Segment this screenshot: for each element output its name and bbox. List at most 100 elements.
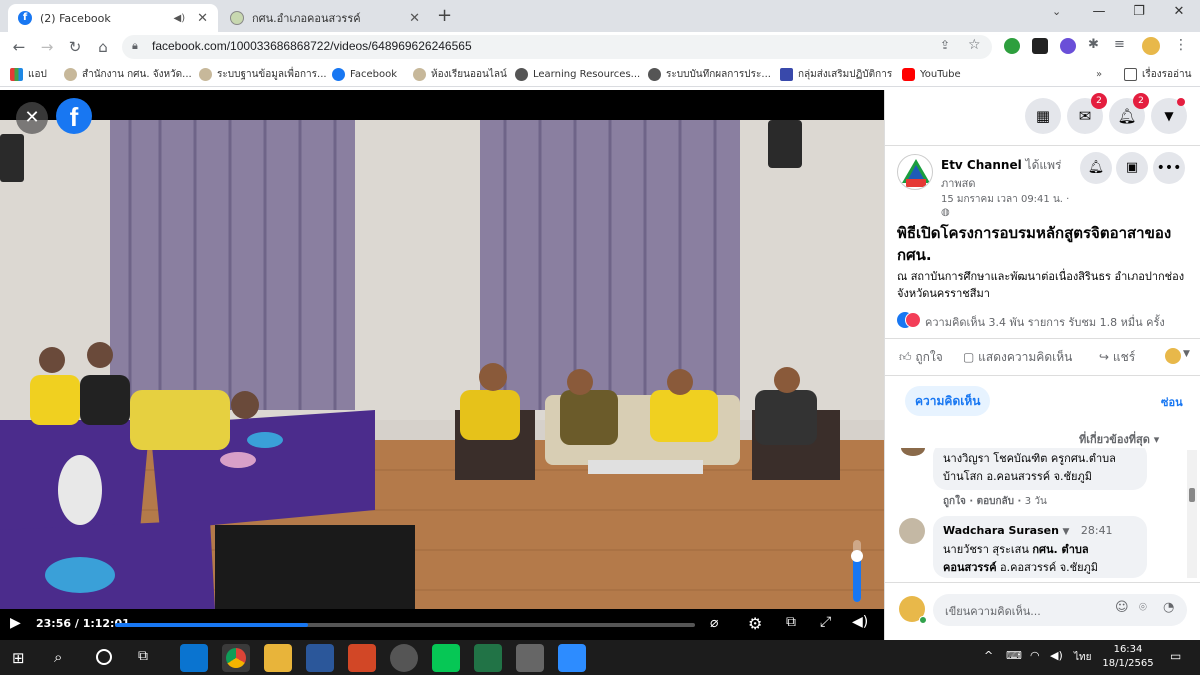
comment-reply-link[interactable]: ตอบกลับ — [977, 496, 1014, 507]
settings-gear-icon[interactable]: ⚙ — [748, 614, 762, 633]
file-explorer-icon[interactable] — [264, 644, 292, 672]
speaker-icon[interactable]: ◀) — [174, 13, 186, 24]
comment-button[interactable]: ▢ แสดงความคิดเห็น — [963, 348, 1072, 367]
fullscreen-icon[interactable]: ⤢ — [820, 614, 831, 630]
share-button[interactable]: ↪ แชร์ — [1099, 348, 1135, 367]
app-icon[interactable] — [516, 644, 544, 672]
extension-purple-icon[interactable] — [1060, 38, 1076, 54]
chevron-down-icon[interactable]: ⌄ — [1052, 5, 1061, 18]
comment-video-time[interactable]: 28:41 — [1081, 524, 1113, 537]
post-stats[interactable]: ความคิดเห็น 3.4 พัน รายการ รับชม 1.8 หมื… — [925, 313, 1165, 331]
bookmarks-overflow-icon[interactable]: » — [1096, 66, 1102, 82]
scrollbar-thumb[interactable] — [1189, 488, 1195, 502]
comment-like-link[interactable]: ถูกใจ — [943, 496, 966, 507]
comment-input[interactable]: เขียนความคิดเห็น... — [945, 602, 1041, 620]
camera-icon[interactable]: ⌾ — [1139, 600, 1147, 615]
reading-list-icon[interactable]: ≡ — [1114, 37, 1125, 52]
chevron-down-icon[interactable]: ▼ — [1183, 349, 1190, 359]
commenter-avatar[interactable] — [899, 518, 925, 544]
reactions[interactable] — [897, 310, 921, 330]
app-icon[interactable] — [390, 644, 418, 672]
tab-facebook[interactable]: f (2) Facebook ◀) ✕ — [8, 4, 218, 32]
bookmark-item[interactable]: ระบบฐานข้อมูลเพื่อการ... — [199, 66, 327, 82]
home-icon[interactable]: ⌂ — [92, 36, 114, 58]
video-player[interactable]: ✕ f ▶ 23:56 / 1:12:01 ⌀ ⚙ ⧉ ⤢ ◀) — [0, 90, 884, 640]
lock-icon[interactable]: 🔒︎ — [132, 39, 138, 53]
hide-link[interactable]: ซ่อน — [1161, 393, 1183, 411]
extension-green-icon[interactable] — [1004, 38, 1020, 54]
save-icon[interactable]: ▣ — [1116, 152, 1148, 184]
chrome-icon[interactable] — [222, 644, 250, 672]
like-button[interactable]: 👍︎ ถูกใจ — [899, 348, 943, 367]
zoom-icon[interactable] — [558, 644, 586, 672]
bookmark-item[interactable]: กลุ่มส่งเสริมปฏิบัติการ — [780, 66, 892, 82]
clip-icon[interactable]: ⌀ — [710, 615, 718, 631]
notification-center-icon[interactable]: ▭ — [1170, 649, 1181, 663]
share-page-icon[interactable]: ⇪ — [940, 38, 950, 52]
close-video-button[interactable]: ✕ — [16, 102, 48, 134]
facebook-logo[interactable]: f — [56, 98, 92, 134]
etv-logo[interactable] — [897, 154, 933, 190]
puzzle-icon[interactable]: ✱ — [1088, 37, 1099, 52]
bookmark-item[interactable]: ระบบบันทึกผลการประ... — [648, 66, 771, 82]
progress-bar[interactable] — [115, 623, 695, 627]
commenter-avatar[interactable] — [901, 448, 925, 456]
close-tab-icon[interactable]: ✕ — [409, 11, 420, 26]
address-bar[interactable]: 🔒︎ facebook.com/100033686868722/videos/6… — [122, 35, 992, 59]
task-view-icon[interactable]: ⧉ — [138, 648, 148, 664]
network-icon[interactable]: ⌨ — [1006, 649, 1022, 662]
tray-chevron-icon[interactable]: ^ — [984, 649, 993, 662]
windows-start-icon[interactable]: ⊞ — [12, 649, 25, 667]
bookmark-item[interactable]: สำนักงาน กศน. จังหวัด... — [64, 66, 192, 82]
bookmark-star-icon[interactable]: ☆ — [968, 37, 981, 53]
volume-handle[interactable] — [851, 549, 863, 562]
url-text[interactable]: facebook.com/100033686868722/videos/6489… — [152, 39, 472, 53]
more-options-icon[interactable]: ••• — [1153, 152, 1185, 184]
volume-slider[interactable] — [851, 540, 863, 602]
speaker-icon[interactable]: ◀) — [1050, 649, 1063, 662]
powerpoint-icon[interactable] — [348, 644, 376, 672]
profile-avatar[interactable] — [1142, 37, 1160, 55]
channel-name[interactable]: Etv Channel — [941, 158, 1022, 172]
menu-grid-icon[interactable]: ▦ — [1025, 98, 1061, 134]
menu-icon[interactable]: ⋮ — [1174, 37, 1188, 53]
bookmark-item[interactable]: Facebook — [332, 66, 397, 82]
sticker-icon[interactable]: ◔ — [1163, 600, 1174, 615]
miniplayer-icon[interactable]: ⧉ — [786, 614, 796, 630]
restore-button[interactable]: ❐ — [1120, 4, 1158, 24]
tab-comments[interactable]: ความคิดเห็น — [905, 386, 991, 416]
wifi-icon[interactable]: ◠ — [1030, 649, 1040, 662]
clock[interactable]: 16:34 18/1/2565 — [1102, 643, 1154, 671]
volume-icon[interactable]: ◀) — [852, 614, 868, 630]
emoji-icon[interactable]: ☺ — [1115, 600, 1129, 615]
qr-code-icon[interactable] — [1032, 38, 1048, 54]
reading-list-button[interactable]: เรื่องรออ่าน — [1124, 66, 1192, 82]
close-tab-icon[interactable]: ✕ — [197, 11, 208, 26]
post-timestamp[interactable]: 15 มกราคม เวลา 09:41 น. · — [941, 192, 1069, 207]
edge-icon[interactable] — [180, 644, 208, 672]
word-icon[interactable] — [306, 644, 334, 672]
forward-icon[interactable]: → — [36, 36, 58, 58]
tab-kornsawan[interactable]: กศน.อำเภอคอนสวรรค์ ✕ — [220, 4, 430, 32]
sort-dropdown[interactable]: ที่เกี่ยวข้องที่สุด ▾ — [1079, 430, 1159, 448]
reload-icon[interactable]: ↻ — [64, 36, 86, 58]
minimize-button[interactable]: — — [1080, 4, 1118, 24]
bookmark-item[interactable]: YouTube — [902, 66, 961, 82]
bookmark-apps[interactable]: แอป — [10, 66, 47, 82]
profile-avatar[interactable] — [1165, 348, 1181, 364]
comment-author[interactable]: Wadchara Surasen — [943, 524, 1059, 537]
play-icon[interactable]: ▶ — [10, 615, 21, 631]
back-icon[interactable]: ← — [8, 36, 30, 58]
bookmark-item[interactable]: Learning Resources... — [515, 66, 640, 82]
line-icon[interactable] — [432, 644, 460, 672]
comments-scrollbar[interactable] — [1187, 450, 1197, 578]
language-indicator[interactable]: ไทย — [1074, 650, 1091, 665]
excel-icon[interactable] — [474, 644, 502, 672]
close-window-button[interactable]: ✕ — [1160, 4, 1198, 24]
bookmark-item[interactable]: ห้องเรียนออนไลน์ — [413, 66, 507, 82]
comment-composer[interactable]: เขียนความคิดเห็น... ☺ ⌾ ◔ — [933, 594, 1187, 626]
bell-icon[interactable]: 🔔︎ — [1080, 152, 1112, 184]
plus-icon[interactable]: + — [437, 5, 452, 26]
cortana-icon[interactable] — [96, 649, 112, 665]
search-icon[interactable]: ⌕ — [54, 648, 62, 666]
